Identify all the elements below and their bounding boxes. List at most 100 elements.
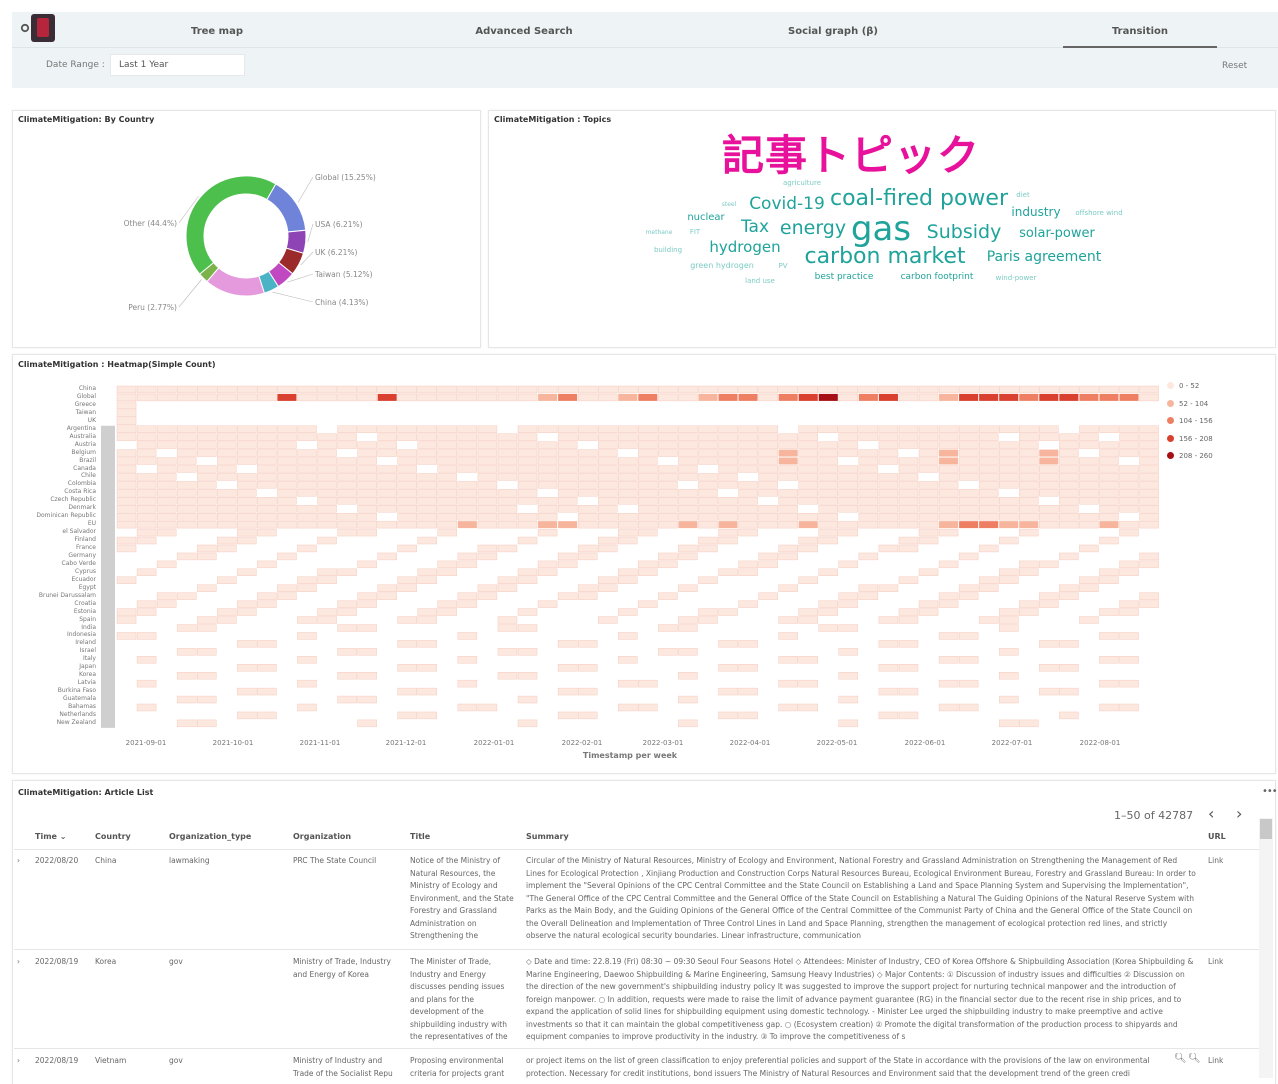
heatmap-cell[interactable] bbox=[136, 457, 157, 465]
heatmap-cell[interactable] bbox=[999, 521, 1019, 529]
heatmap-cell[interactable] bbox=[1039, 513, 1059, 521]
heatmap-cell[interactable] bbox=[537, 560, 558, 569]
heatmap-cell[interactable] bbox=[678, 489, 698, 497]
heatmap-cell[interactable] bbox=[337, 425, 357, 433]
heatmap-cell[interactable] bbox=[217, 505, 237, 513]
heatmap-cell[interactable] bbox=[557, 505, 578, 513]
heatmap-cell[interactable] bbox=[878, 393, 898, 401]
heatmap-cell[interactable] bbox=[818, 505, 838, 513]
heatmap-cell[interactable] bbox=[116, 544, 137, 553]
heatmap-cell[interactable] bbox=[457, 497, 478, 505]
heatmap-cell[interactable] bbox=[838, 449, 859, 457]
heatmap-cell[interactable] bbox=[618, 473, 638, 481]
heatmap-cell[interactable] bbox=[437, 393, 458, 402]
heatmap-cell[interactable] bbox=[638, 425, 658, 433]
heatmap-cell[interactable] bbox=[898, 536, 919, 545]
heatmap-cell[interactable] bbox=[397, 584, 417, 592]
heatmap-cell[interactable] bbox=[798, 576, 818, 584]
heatmap-cell[interactable] bbox=[497, 433, 518, 441]
heatmap-cell[interactable] bbox=[698, 473, 718, 481]
heatmap-cell[interactable] bbox=[938, 560, 959, 569]
heatmap-cell[interactable] bbox=[838, 672, 859, 680]
heatmap-cell[interactable] bbox=[1059, 711, 1079, 720]
heatmap-cell[interactable] bbox=[898, 497, 919, 505]
heatmap-cell[interactable] bbox=[237, 505, 257, 513]
heatmap-cell[interactable] bbox=[397, 473, 417, 481]
heatmap-cell[interactable] bbox=[477, 441, 498, 449]
heatmap-cell[interactable] bbox=[958, 656, 979, 664]
heatmap-cell[interactable] bbox=[337, 513, 357, 521]
heatmap-cell[interactable] bbox=[297, 576, 317, 584]
heatmap-cell[interactable] bbox=[758, 449, 778, 457]
heatmap-cell[interactable] bbox=[1139, 457, 1159, 465]
heatmap-cell[interactable] bbox=[257, 664, 277, 672]
heatmap-cell[interactable] bbox=[337, 497, 357, 505]
heatmap-cell[interactable] bbox=[1119, 505, 1139, 513]
heatmap-cell[interactable] bbox=[477, 505, 498, 513]
heatmap-cell[interactable] bbox=[938, 481, 959, 489]
heatmap-cell[interactable] bbox=[237, 568, 257, 576]
heatmap-cell[interactable] bbox=[638, 560, 658, 569]
heatmap-cell[interactable] bbox=[818, 513, 838, 521]
heatmap-cell[interactable] bbox=[1059, 513, 1079, 521]
heatmap-cell[interactable] bbox=[577, 584, 598, 592]
heatmap-cell[interactable] bbox=[698, 457, 718, 465]
heatmap-cell[interactable] bbox=[116, 497, 137, 505]
heatmap-cell[interactable] bbox=[557, 560, 578, 569]
heatmap-cell[interactable] bbox=[958, 505, 979, 513]
heatmap-cell[interactable] bbox=[999, 425, 1019, 433]
heatmap-cell[interactable] bbox=[317, 568, 337, 576]
heatmap-cell[interactable] bbox=[999, 719, 1019, 728]
heatmap-cell[interactable] bbox=[939, 393, 959, 401]
heatmap-cell[interactable] bbox=[878, 449, 899, 457]
heatmap-cell[interactable] bbox=[517, 457, 538, 465]
heatmap-cell[interactable] bbox=[397, 393, 417, 402]
heatmap-cell[interactable] bbox=[1059, 664, 1079, 672]
heatmap-cell[interactable] bbox=[577, 481, 598, 489]
heatmap-cell[interactable] bbox=[678, 465, 698, 473]
heatmap-cell[interactable] bbox=[136, 513, 157, 521]
cell-url-link[interactable]: Link bbox=[1208, 855, 1223, 868]
heatmap-cell[interactable] bbox=[778, 632, 798, 640]
heatmap-cell[interactable] bbox=[517, 719, 538, 728]
heatmap-cell[interactable] bbox=[277, 385, 297, 394]
heatmap-cell[interactable] bbox=[557, 552, 578, 561]
heatmap-cell[interactable] bbox=[417, 568, 437, 576]
heatmap-cell[interactable] bbox=[377, 481, 397, 489]
heatmap-cell[interactable] bbox=[999, 473, 1019, 481]
heatmap-cell[interactable] bbox=[798, 385, 818, 394]
heatmap-cell[interactable] bbox=[317, 608, 337, 616]
heatmap-cell[interactable] bbox=[898, 544, 919, 553]
heatmap-cell[interactable] bbox=[858, 497, 879, 505]
heatmap-cell[interactable] bbox=[898, 441, 919, 449]
heatmap-cell[interactable] bbox=[196, 489, 217, 497]
heatmap-cell[interactable] bbox=[237, 481, 257, 489]
heatmap-cell[interactable] bbox=[437, 385, 458, 394]
heatmap-cell[interactable] bbox=[878, 640, 899, 648]
heatmap-cell[interactable] bbox=[918, 568, 939, 576]
heatmap-cell[interactable] bbox=[477, 425, 498, 433]
heatmap-cell[interactable] bbox=[397, 489, 417, 497]
heatmap-cell[interactable] bbox=[1019, 719, 1039, 728]
heatmap-cell[interactable] bbox=[838, 695, 859, 704]
heatmap-cell[interactable] bbox=[758, 552, 778, 561]
heatmap-cell[interactable] bbox=[357, 393, 377, 402]
heatmap-cell[interactable] bbox=[297, 393, 317, 402]
heatmap-cell[interactable] bbox=[317, 393, 337, 402]
heatmap-cell[interactable] bbox=[798, 457, 818, 465]
heatmap-cell[interactable] bbox=[858, 552, 879, 561]
heatmap-cell[interactable] bbox=[297, 616, 317, 624]
heatmap-cell[interactable] bbox=[858, 584, 879, 592]
heatmap-cell[interactable] bbox=[1059, 433, 1079, 441]
heatmap-cell[interactable] bbox=[237, 433, 257, 441]
heatmap-cell[interactable] bbox=[618, 679, 638, 688]
heatmap-cell[interactable] bbox=[958, 592, 979, 600]
heatmap-cell[interactable] bbox=[297, 632, 317, 640]
heatmap-cell[interactable] bbox=[1139, 433, 1159, 441]
heatmap-cell[interactable] bbox=[136, 679, 157, 688]
heatmap-cell[interactable] bbox=[136, 632, 157, 640]
heatmap-cell[interactable] bbox=[838, 719, 859, 728]
heatmap-cell[interactable] bbox=[938, 489, 959, 497]
heatmap-cell[interactable] bbox=[718, 664, 738, 672]
heatmap-cell[interactable] bbox=[477, 552, 498, 561]
